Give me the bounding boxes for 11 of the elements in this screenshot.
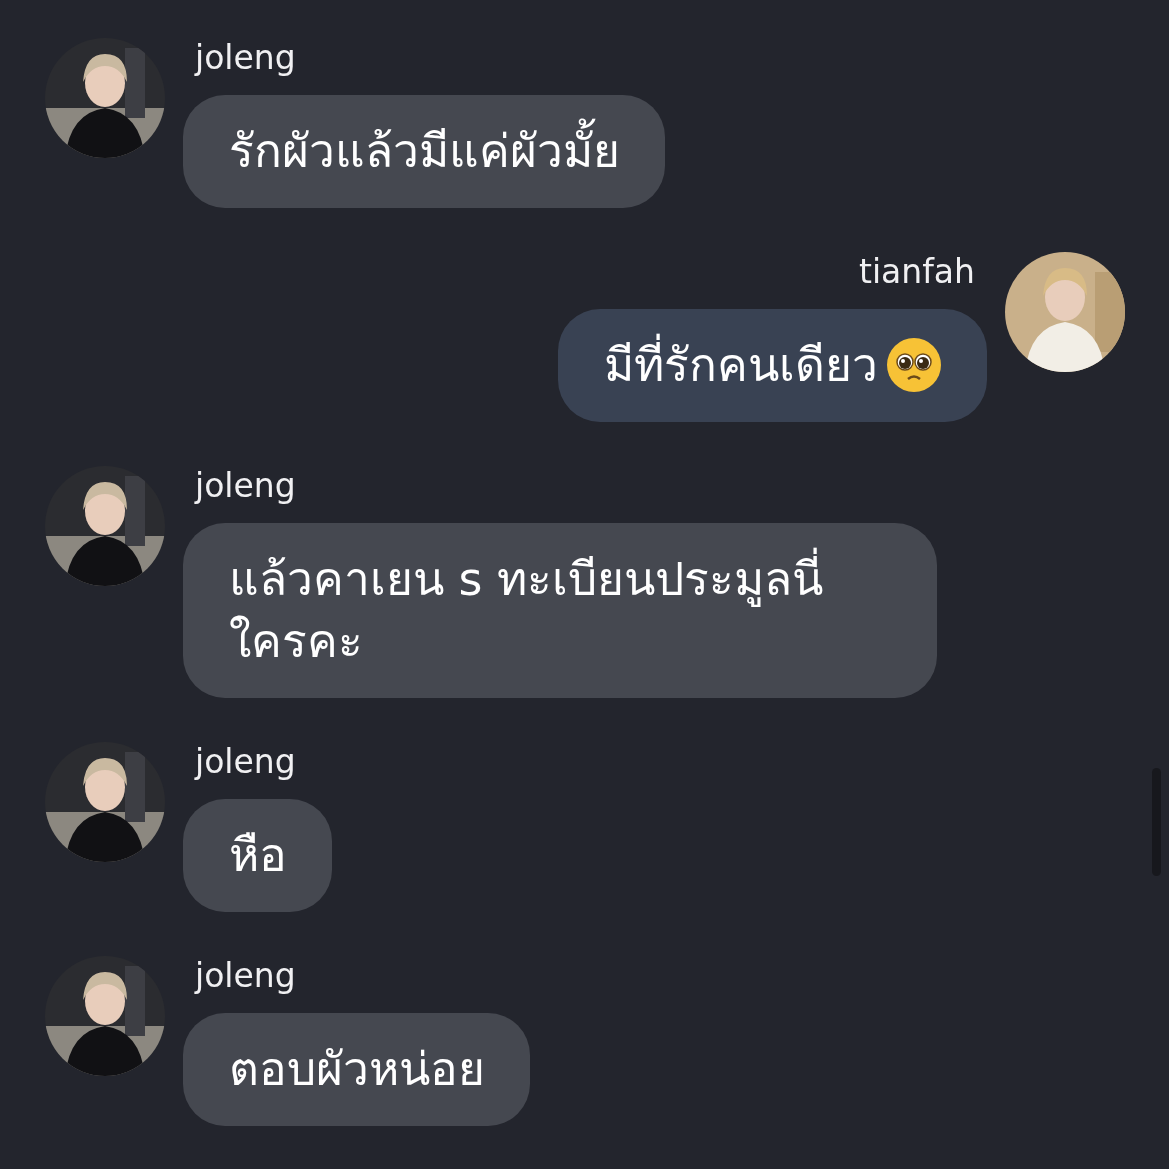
message-text: แล้วคาเยน s ทะเบียนประมูลนี่ใครคะ [229,548,892,672]
sender-name: joleng [195,38,296,77]
message-text: รักผัวแล้วมีแค่ผัวมั้ย [229,120,620,182]
message-text: มีที่รักคนเดียว [604,334,878,396]
sender-name: joleng [195,956,296,995]
message-text: ตอบผัวหน่อย [229,1041,485,1098]
sender-name: tianfah [859,252,975,291]
sender-name: joleng [195,742,296,781]
message-text: หือ [229,827,287,884]
sender-name: joleng [195,466,296,505]
pleading-face-icon [886,337,942,393]
